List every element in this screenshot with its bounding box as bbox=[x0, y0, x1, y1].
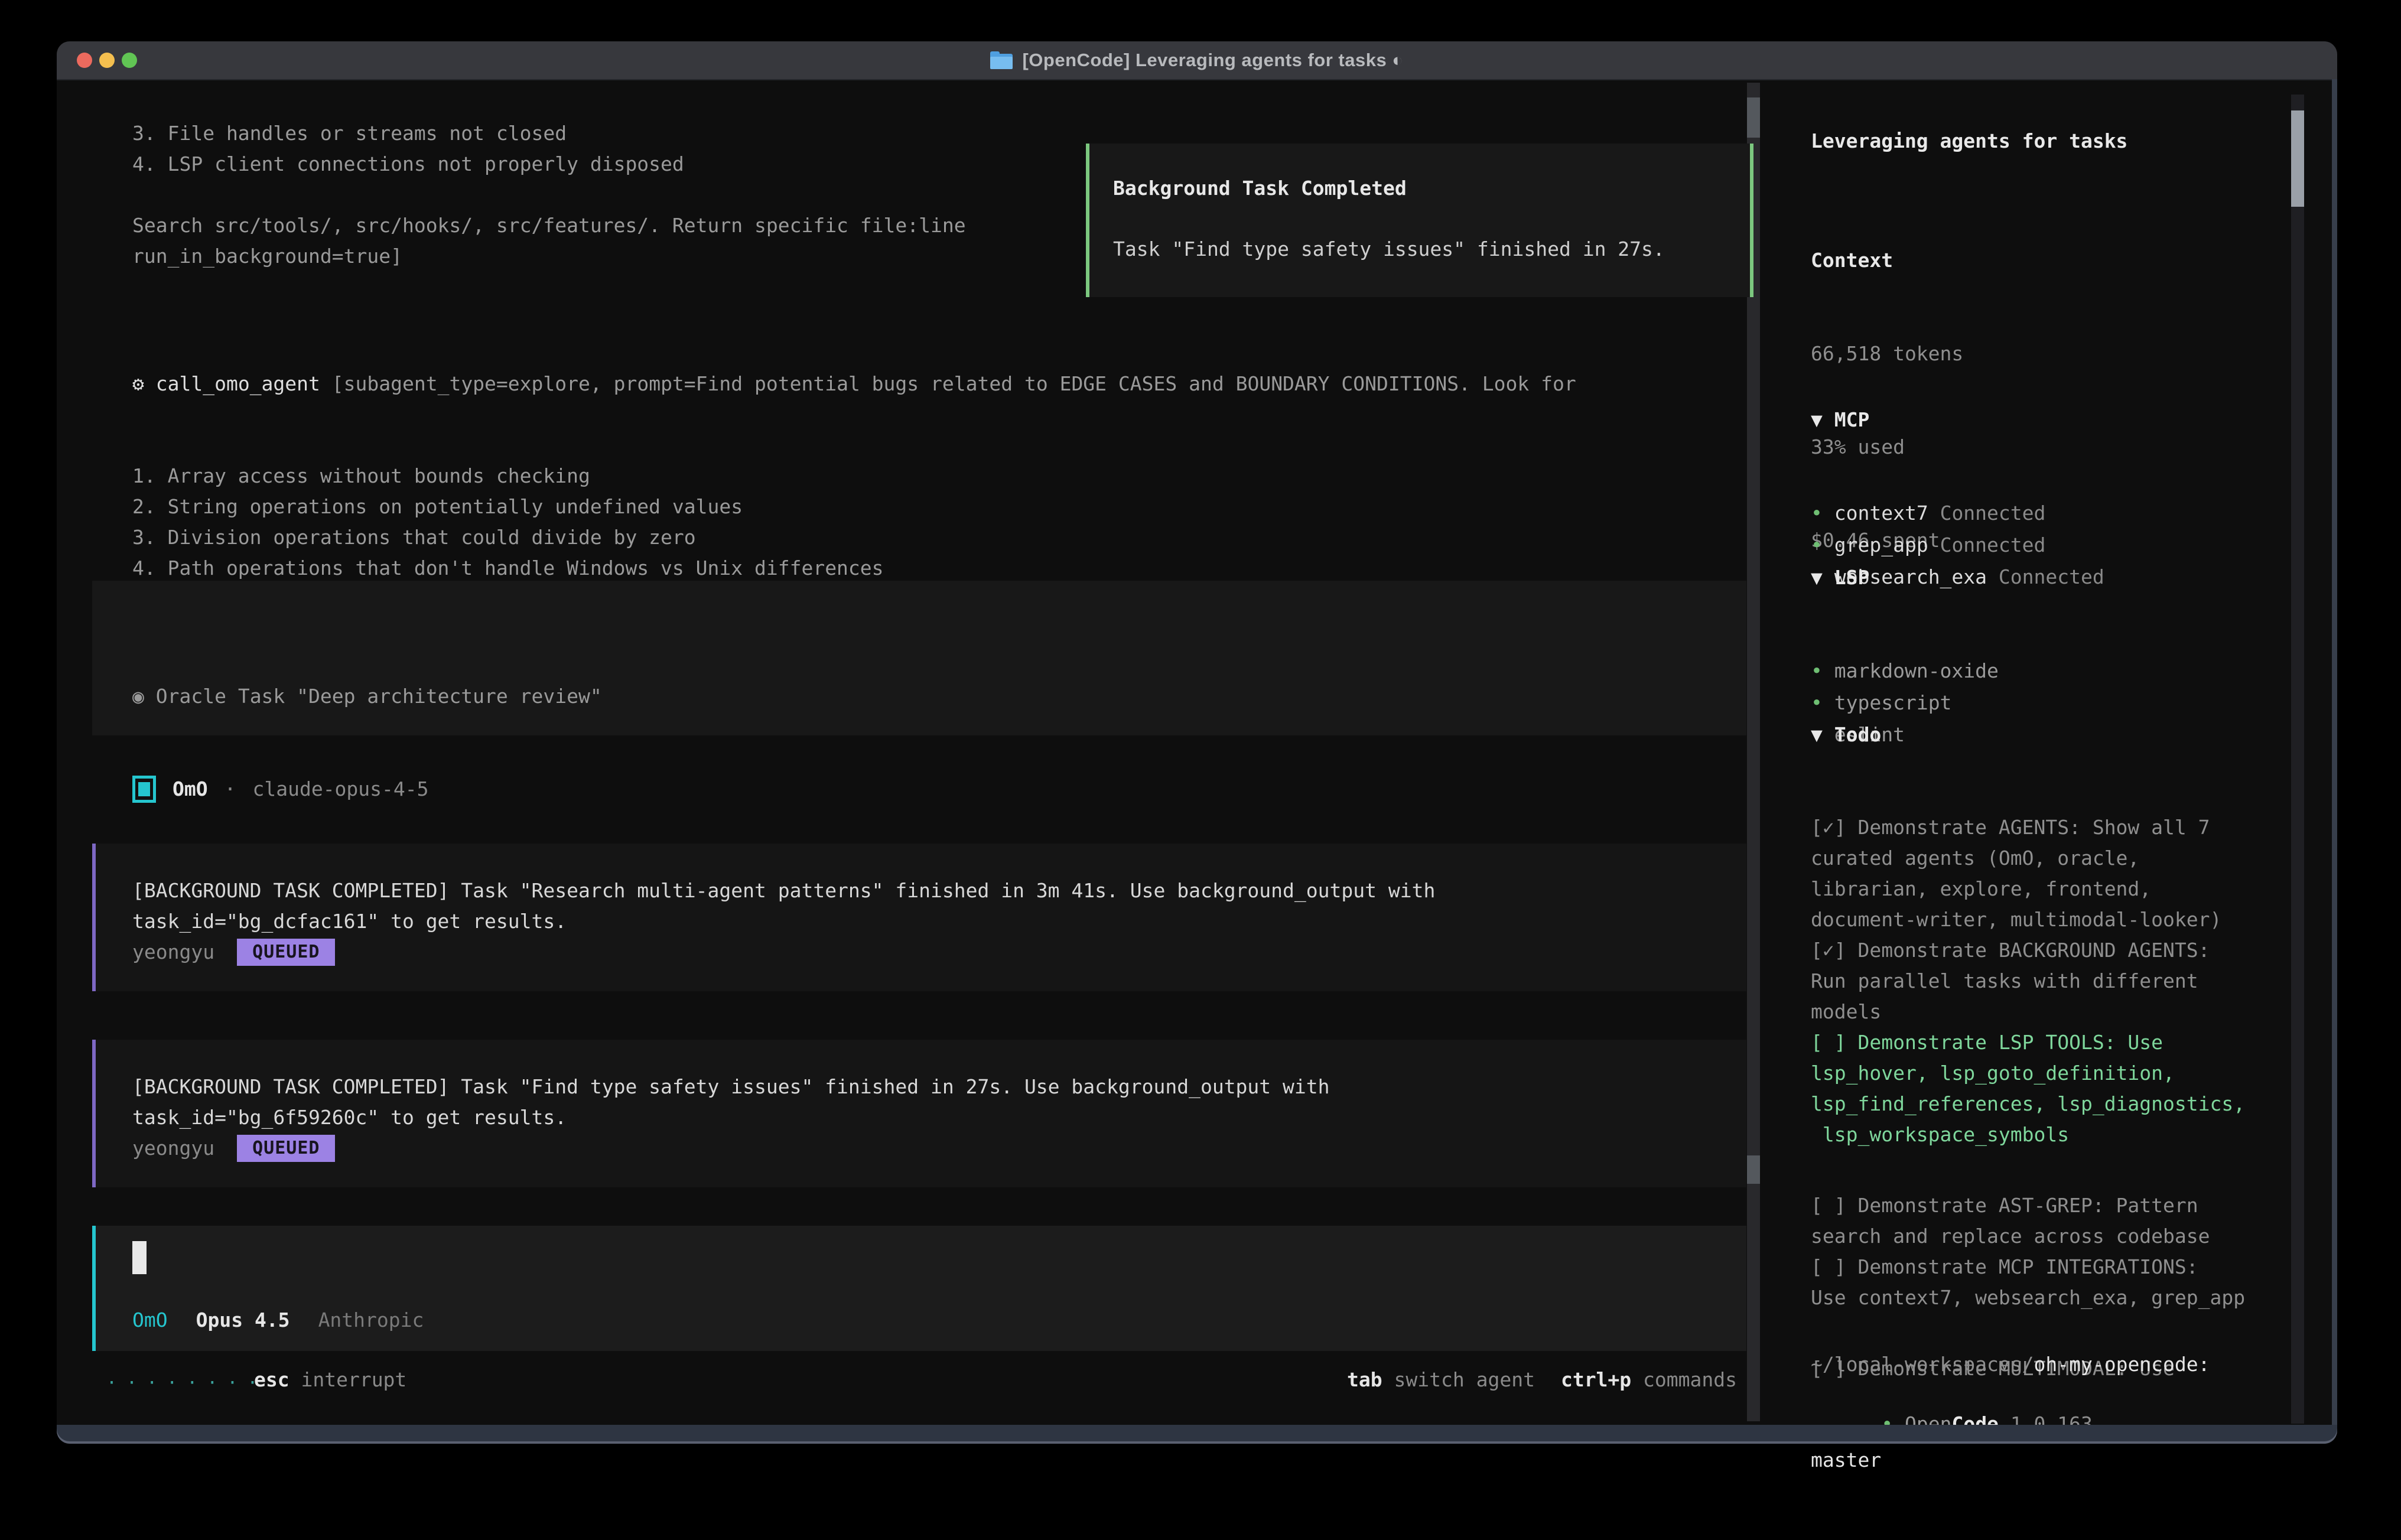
opencode-version: • OpenCode 1.0.163 bbox=[1811, 1378, 2093, 1470]
status-bar: ········ esc interrupt tab switch agent … bbox=[57, 1368, 1746, 1399]
message-line-1: [BACKGROUND TASK COMPLETED] Task "Find t… bbox=[132, 1072, 1746, 1102]
oracle-task-panel[interactable]: ◉ Oracle Task "Deep architecture review"… bbox=[92, 581, 1746, 735]
oracle-task-title: Oracle Task "Deep architecture review" bbox=[156, 685, 602, 708]
fisheye-icon: ◉ bbox=[132, 685, 144, 708]
terminal-line: 2. String operations on potentially unde… bbox=[132, 491, 1576, 522]
context-heading: Context bbox=[1811, 245, 1963, 276]
oracle-task-title-line: ◉ Oracle Task "Deep architecture review" bbox=[132, 681, 1746, 712]
interrupt-hint: esc interrupt bbox=[254, 1368, 406, 1391]
main-scrollbar-thumb[interactable] bbox=[1747, 1155, 1760, 1184]
keyboard-hints: tab switch agent ctrl+p commands bbox=[1347, 1368, 1737, 1391]
sidebar-scrollbar[interactable] bbox=[2291, 95, 2304, 1424]
close-window-button[interactable] bbox=[77, 53, 92, 68]
sidebar-scrollbar-thumb[interactable] bbox=[2291, 110, 2304, 207]
toast-body: Task "Find type safety issues" finished … bbox=[1113, 237, 1750, 261]
esc-key-label: esc bbox=[254, 1368, 289, 1391]
commands-label: commands bbox=[1643, 1368, 1737, 1391]
agent-name: OmO bbox=[173, 774, 208, 805]
mcp-status: Connected bbox=[1987, 565, 2104, 588]
todo-item-line: lsp_hover, lsp_goto_definition, bbox=[1811, 1058, 2245, 1089]
message-author: yeongyu bbox=[132, 937, 214, 968]
main-scrollbar-thumb[interactable] bbox=[1747, 97, 1760, 138]
tool-name bbox=[144, 372, 156, 395]
window-title: [OpenCode] Leveraging agents for tasks ◐ bbox=[1022, 50, 1403, 71]
terminal-scrollback: 3. File handles or streams not closed4. … bbox=[132, 118, 966, 272]
workspace-dir: ~/local-workspaces/ bbox=[1811, 1353, 2034, 1376]
terminal-window: [OpenCode] Leveraging agents for tasks ◐… bbox=[57, 41, 2337, 1444]
workspace-repo: oh-my-opencode: bbox=[2034, 1353, 2210, 1376]
todo-item-line: [ ] Demonstrate AST-GREP: Pattern bbox=[1811, 1190, 2245, 1221]
todo-item-line: models bbox=[1811, 997, 2245, 1027]
agent-square-icon bbox=[132, 776, 156, 803]
zoom-window-button[interactable] bbox=[122, 53, 137, 68]
folder-icon bbox=[990, 51, 1013, 69]
status-badge: QUEUED bbox=[237, 939, 335, 966]
terminal-line: 4. LSP client connections not properly d… bbox=[132, 149, 966, 180]
interrupt-label: interrupt bbox=[301, 1368, 406, 1391]
minimize-window-button[interactable] bbox=[99, 53, 115, 68]
background-task-toast[interactable]: Background Task Completed Task "Find typ… bbox=[1086, 144, 1753, 297]
agent-session-header[interactable]: OmO · claude-opus-4-5 bbox=[132, 774, 429, 805]
todo-item-line: librarian, explore, frontend, bbox=[1811, 874, 2245, 904]
message-author: yeongyu bbox=[132, 1133, 214, 1164]
session-title: Leveraging agents for tasks bbox=[1811, 126, 2127, 157]
status-badge: QUEUED bbox=[237, 1135, 335, 1162]
tab-key-label: tab bbox=[1347, 1368, 1382, 1391]
switch-agent-label: switch agent bbox=[1394, 1368, 1535, 1391]
lsp-heading[interactable]: ▼ LSP bbox=[1811, 562, 1999, 594]
terminal-line: 3. Division operations that could divide… bbox=[132, 522, 1576, 553]
terminal-line: Search src/tools/, src/hooks/, src/featu… bbox=[132, 210, 966, 241]
gear-icon: ⚙ bbox=[132, 372, 144, 395]
window-right-edge bbox=[2332, 79, 2337, 1426]
todo-item-line: [ ] Demonstrate LSP TOOLS: Use bbox=[1811, 1027, 2245, 1058]
message-line-1: [BACKGROUND TASK COMPLETED] Task "Resear… bbox=[132, 875, 1746, 906]
tool-call-name: call_omo_agent bbox=[156, 372, 320, 395]
spinner-dots: ········ bbox=[106, 1373, 268, 1394]
todo-spacer bbox=[1811, 1150, 2245, 1190]
terminal-line bbox=[132, 180, 966, 210]
ctrl-p-key-label: ctrl+p bbox=[1561, 1368, 1631, 1391]
toast-title: Background Task Completed bbox=[1113, 177, 1750, 200]
titlebar: [OpenCode] Leveraging agents for tasks ◐ bbox=[57, 41, 2337, 80]
message-line-2: task_id="bg_dcfac161" to get results. bbox=[132, 906, 1746, 937]
tool-call-header: ⚙ call_omo_agent [subagent_type=explore,… bbox=[132, 369, 1576, 399]
terminal-line: 1. Array access without bounds checking bbox=[132, 461, 1576, 491]
mcp-heading[interactable]: ▼ MCP bbox=[1811, 404, 2104, 436]
input-provider-name: Anthropic bbox=[318, 1308, 424, 1331]
model-row: OmO Opus 4.5 Anthropic bbox=[132, 1308, 424, 1331]
message-line-2: task_id="bg_6f59260c" to get results. bbox=[132, 1102, 1746, 1133]
input-agent-name: OmO bbox=[132, 1308, 168, 1331]
todo-item-line: search and replace across codebase bbox=[1811, 1221, 2245, 1252]
todo-item-line: curated agents (OmO, oracle, bbox=[1811, 843, 2245, 874]
todo-item-line: lsp_workspace_symbols bbox=[1811, 1119, 2245, 1150]
window-footer bbox=[57, 1425, 2337, 1444]
text-cursor bbox=[132, 1241, 147, 1274]
prompt-input[interactable]: OmO Opus 4.5 Anthropic bbox=[92, 1226, 1746, 1351]
background-task-message: [BACKGROUND TASK COMPLETED] Task "Resear… bbox=[92, 844, 1746, 991]
tool-call-args: [subagent_type=explore, prompt=Find pote… bbox=[320, 372, 1576, 395]
todo-item-line: [✓] Demonstrate AGENTS: Show all 7 bbox=[1811, 812, 2245, 843]
terminal-line: run_in_background=true] bbox=[132, 241, 966, 272]
todo-item-line: [✓] Demonstrate BACKGROUND AGENTS: bbox=[1811, 935, 2245, 966]
background-task-message: [BACKGROUND TASK COMPLETED] Task "Find t… bbox=[92, 1040, 1746, 1187]
agent-model: claude-opus-4-5 bbox=[252, 774, 428, 805]
input-model-name: Opus 4.5 bbox=[196, 1308, 290, 1331]
separator-dot: · bbox=[225, 774, 236, 805]
todo-item-line: lsp_find_references, lsp_diagnostics, bbox=[1811, 1089, 2245, 1119]
todo-item-line: Run parallel tasks with different bbox=[1811, 966, 2245, 997]
todo-heading[interactable]: ▼ Todo bbox=[1811, 719, 2245, 751]
traffic-lights bbox=[77, 53, 137, 68]
todo-item-line: document-writer, multimodal-looker) bbox=[1811, 904, 2245, 935]
terminal-line: 3. File handles or streams not closed bbox=[132, 118, 966, 149]
terminal-line: 4. Path operations that don't handle Win… bbox=[132, 553, 1576, 584]
todo-item-line: [ ] Demonstrate MCP INTEGRATIONS: bbox=[1811, 1252, 2245, 1282]
